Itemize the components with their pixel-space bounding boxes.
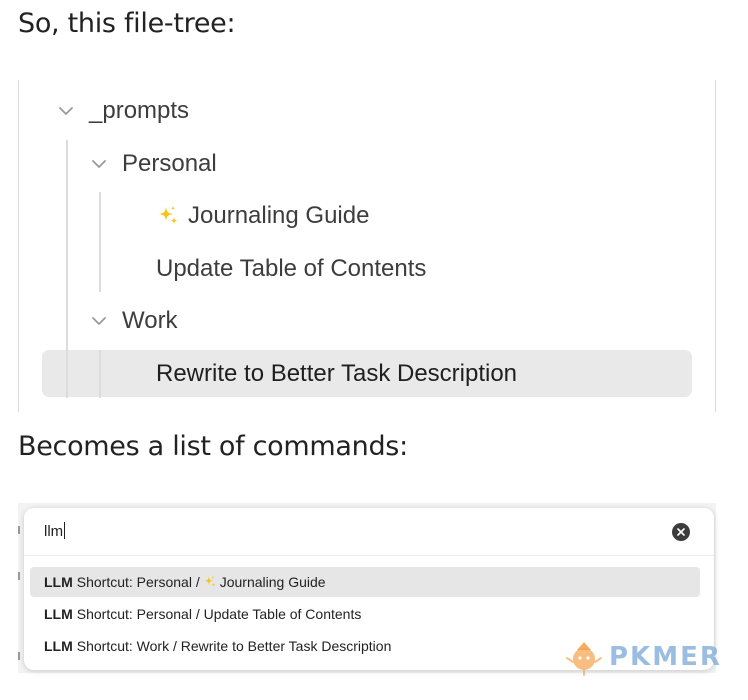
indent-guide-level-1 <box>66 140 68 398</box>
sparkles-icon <box>203 575 217 589</box>
tree-folder-label: _prompts <box>89 97 190 124</box>
result-text: Shortcut: Personal / <box>76 574 200 590</box>
tree-folder-prompts[interactable]: _prompts <box>55 89 189 133</box>
search-input-value: llm <box>44 523 64 540</box>
indent-guide-personal <box>99 192 101 292</box>
result-text: Shortcut: Work / Rewrite to Better Task … <box>76 638 392 654</box>
result-prefix: LLM <box>44 638 73 654</box>
indent-guide-work <box>99 350 101 398</box>
chevron-down-icon[interactable] <box>55 100 77 122</box>
clear-search-button[interactable] <box>672 523 690 541</box>
intro-heading: So, this file-tree: <box>18 8 236 39</box>
pkmer-watermark: PKMER <box>565 637 722 677</box>
result-prefix: LLM <box>44 574 73 590</box>
command-result-item[interactable]: LLM Shortcut: Personal / Journaling Guid… <box>30 567 700 597</box>
tree-file-update-toc[interactable]: Update Table of Contents <box>156 247 426 291</box>
tree-folder-label: Work <box>122 307 178 334</box>
palette-search-bar: llm <box>24 508 714 556</box>
result-text: Shortcut: Personal / Update Table of Con… <box>76 606 362 622</box>
tree-file-journaling-guide[interactable]: Journaling Guide <box>156 194 369 238</box>
tree-folder-label: Personal <box>122 150 217 177</box>
tree-folder-work[interactable]: Work <box>88 299 178 343</box>
tree-file-label: Rewrite to Better Task Description <box>156 360 518 387</box>
chevron-down-icon[interactable] <box>88 310 110 332</box>
result-prefix: LLM <box>44 606 73 622</box>
watermark-text: PKMER <box>609 642 722 672</box>
search-input[interactable]: llm <box>44 522 66 540</box>
backdrop-tick <box>18 526 20 534</box>
tree-file-rewrite-task[interactable]: Rewrite to Better Task Description <box>156 352 517 396</box>
tree-file-label: Update Table of Contents <box>156 255 427 282</box>
tree-file-label: Journaling Guide <box>188 202 370 229</box>
panel-left-edge <box>18 80 19 412</box>
backdrop-tick <box>18 572 20 580</box>
panel-right-edge <box>715 80 716 412</box>
pkmer-logo-icon <box>566 642 602 676</box>
result-text: Journaling Guide <box>219 574 326 590</box>
command-result-item[interactable]: LLM Shortcut: Personal / Update Table of… <box>30 599 700 629</box>
tree-folder-personal[interactable]: Personal <box>88 142 217 186</box>
text-caret <box>64 522 66 539</box>
backdrop-tick <box>18 652 20 660</box>
sparkles-icon <box>156 204 180 228</box>
result-heading: Becomes a list of commands: <box>18 431 408 462</box>
chevron-down-icon[interactable] <box>88 153 110 175</box>
clear-circle-icon <box>677 528 685 536</box>
